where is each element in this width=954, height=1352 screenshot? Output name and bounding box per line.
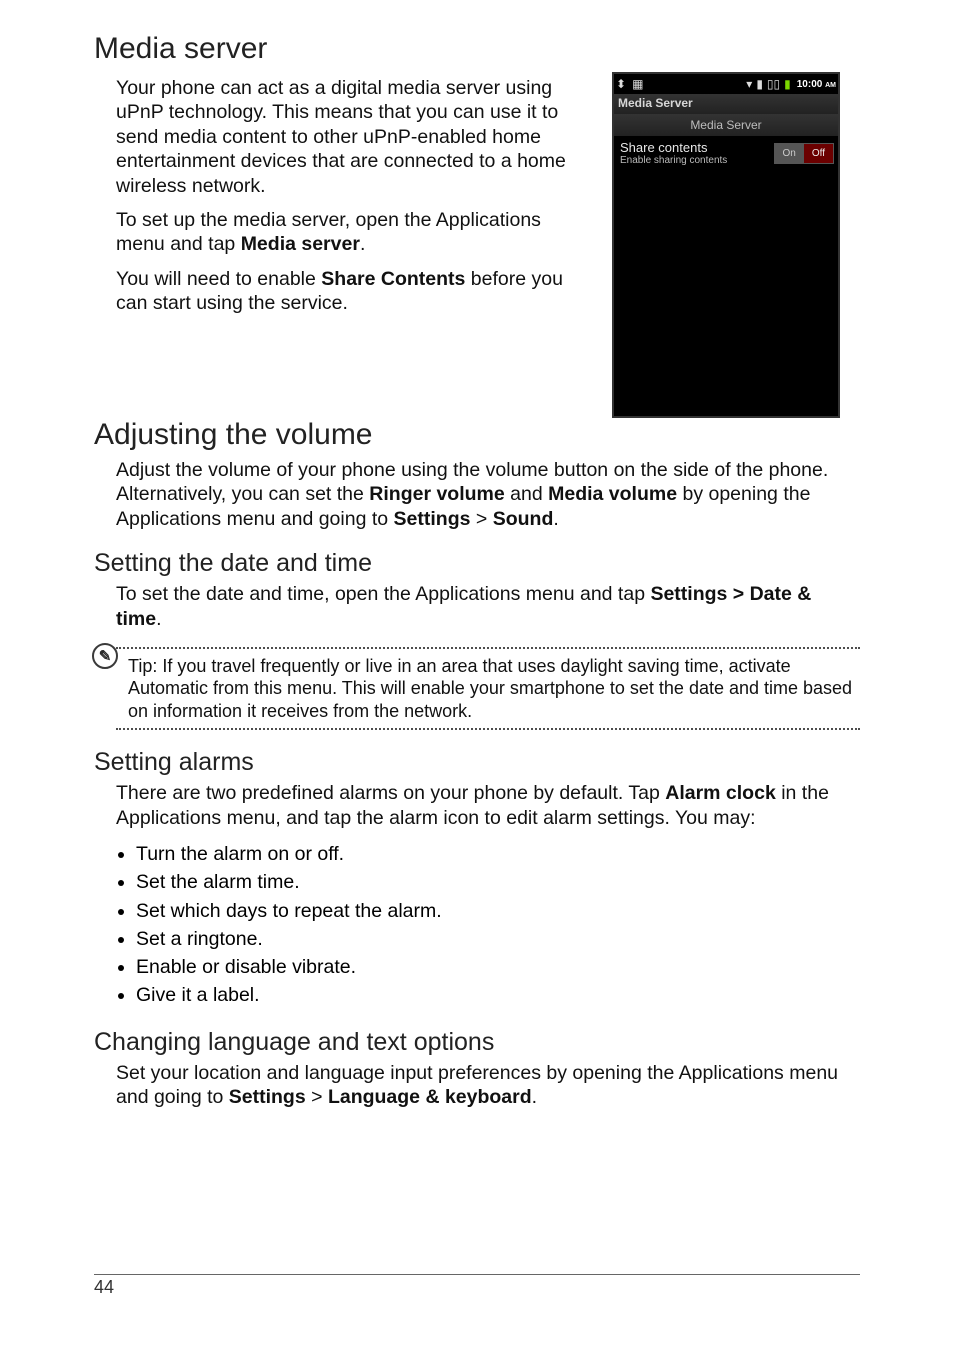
settings-bold: Settings [394,508,471,530]
text-span: . [532,1086,537,1108]
date-time-p: To set the date and time, open the Appli… [116,582,860,631]
share-contents-bold: Share Contents [321,268,465,290]
toggle-off[interactable]: Off [804,144,833,163]
media-server-bold: Media server [241,233,360,255]
tip-bottom-divider [116,728,860,730]
adjusting-volume-heading: Adjusting the volume [94,418,860,452]
share-contents-labels: Share contents Enable sharing contents [620,140,727,166]
debug-icon: ▦ [632,77,643,91]
text-span: > [470,508,492,530]
ringer-volume-bold: Ringer volume [369,483,504,505]
share-contents-label: Share contents [620,140,727,155]
tip-icon: ✎ [92,643,118,669]
text-span: There are two predefined alarms on your … [116,782,665,804]
list-item: Set which days to repeat the alarm. [136,897,860,925]
share-contents-toggle[interactable]: On Off [774,143,835,164]
time-ampm: AM [825,82,836,89]
tip-top-divider [116,647,860,649]
signal-icon: ▮ [756,77,763,91]
phone-screenshot: ⬍ ▦ ▾ ▮ ▯▯ ▮ 10:00 AM Media Server Media… [612,72,840,418]
list-item: Give it a label. [136,981,860,1009]
sound-bold: Sound [493,508,554,530]
text-span: : If you travel frequently or live in an… [152,656,790,676]
text-span: . [360,233,365,255]
media-server-heading: Media server [94,32,860,66]
settings-lang-bold: Settings [229,1086,306,1108]
language-p: Set your location and language input pre… [116,1061,860,1110]
time-value: 10:00 [797,79,823,90]
alarms-bullet-list: Turn the alarm on or off. Set the alarm … [116,840,860,1010]
status-bar: ⬍ ▦ ▾ ▮ ▯▯ ▮ 10:00 AM [614,74,838,94]
page-number: 44 [94,1277,114,1297]
status-time: 10:00 AM [797,79,836,90]
alarm-clock-bold: Alarm clock [665,782,776,804]
wifi-icon: ▾ [746,77,752,91]
tip-block: ✎ Tip: If you travel frequently or live … [116,647,860,731]
media-volume-bold: Media volume [548,483,677,505]
usb-icon: ⬍ [616,77,626,91]
language-heading: Changing language and text options [94,1028,860,1057]
text-span: and [505,483,548,505]
list-item: Enable or disable vibrate. [136,953,860,981]
alarms-heading: Setting alarms [94,748,860,777]
text-span: . [553,508,558,530]
list-item: Turn the alarm on or off. [136,840,860,868]
phone-titlebar: Media Server [614,94,838,114]
page-footer: 44 [94,1274,860,1298]
tip-text: Tip: If you travel frequently or live in… [116,655,860,723]
media-server-p2: To set up the media server, open the App… [116,208,594,257]
status-left: ⬍ ▦ [616,77,643,91]
share-contents-sub: Enable sharing contents [620,155,727,166]
share-contents-row[interactable]: Share contents Enable sharing contents O… [614,136,838,174]
battery-icon: ▮ [784,77,791,91]
media-server-row: Your phone can act as a digital media se… [94,72,860,418]
list-item: Set a ringtone. [136,925,860,953]
media-server-p1: Your phone can act as a digital media se… [116,76,594,198]
media-server-p3: You will need to enable Share Contents b… [116,267,594,316]
date-time-heading: Setting the date and time [94,549,860,578]
status-right: ▾ ▮ ▯▯ ▮ 10:00 AM [746,77,836,91]
tip-label: Tip [128,656,152,676]
text-span: You will need to enable [116,268,321,290]
text-span: . [156,608,161,630]
phone-section-header: Media Server [614,114,838,136]
text-span: from this menu. This will enable your sm… [128,678,852,721]
media-server-text-col: Your phone can act as a digital media se… [94,72,594,325]
language-keyboard-bold: Language & keyboard [328,1086,532,1108]
text-span: > [306,1086,328,1108]
automatic-bold: Automatic [128,678,208,698]
toggle-on[interactable]: On [775,144,804,163]
adjusting-volume-p: Adjust the volume of your phone using th… [116,458,860,531]
alarms-p: There are two predefined alarms on your … [116,781,860,830]
list-item: Set the alarm time. [136,868,860,896]
cell-icon: ▯▯ [767,77,780,91]
phone-empty-area [614,174,838,416]
text-span: To set the date and time, open the Appli… [116,583,650,605]
